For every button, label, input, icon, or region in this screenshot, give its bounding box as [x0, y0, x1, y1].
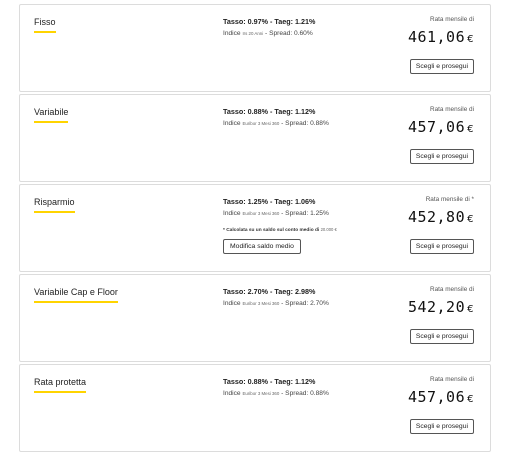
offer-card-risparmio: Risparmio Tasso: 1.25% - Taeg: 1.06% Ind…: [19, 184, 491, 272]
offer-card-rata-protetta: Rata protetta Tasso: 0.88% - Taeg: 1.12%…: [19, 364, 491, 452]
offer-index: Indice Irs 20 Anni - Spread: 0.60%: [223, 30, 313, 38]
currency-symbol: €: [467, 304, 474, 315]
amount-value: 457,06: [407, 118, 466, 136]
offer-card-variabile: Variabile Tasso: 0.88% - Taeg: 1.12% Ind…: [19, 94, 491, 182]
index-label: Indice: [223, 120, 241, 127]
offer-name: Variabile Cap e Floor: [34, 287, 118, 303]
monthly-payment-amount: 461,06 €: [408, 28, 474, 49]
currency-symbol: €: [467, 214, 474, 225]
monthly-payment-label: Rata mensile di: [429, 286, 474, 293]
amount-value: 461,06: [407, 28, 466, 46]
monthly-payment-label: Rata mensile di *: [425, 196, 474, 203]
monthly-payment-amount: 542,20 €: [408, 298, 474, 319]
offer-rates: Tasso: 0.88% - Taeg: 1.12%: [223, 107, 316, 116]
choose-and-continue-button[interactable]: Scegli e prosegui: [409, 149, 474, 164]
index-detail: Euribor 3 Mesi 360: [242, 121, 280, 126]
monthly-payment-label: Rata mensile di: [429, 16, 474, 23]
offer-rates: Tasso: 1.25% - Taeg: 1.06%: [223, 197, 316, 206]
offer-name: Fisso: [34, 17, 56, 33]
currency-symbol: €: [467, 34, 474, 45]
average-balance-note: * Calcolata su un saldo sul conto medio …: [223, 227, 337, 234]
index-detail: Euribor 3 Mesi 360: [242, 391, 280, 396]
monthly-payment-label: Rata mensile di: [429, 106, 474, 113]
index-label: Indice: [223, 210, 241, 217]
currency-symbol: €: [467, 394, 474, 405]
monthly-payment-amount: 457,06 €: [408, 118, 474, 139]
monthly-payment-amount: 457,06 €: [408, 388, 474, 409]
currency-symbol: €: [467, 124, 474, 135]
offer-index: Indice Euribor 3 Mesi 360 - Spread: 2.70…: [223, 300, 329, 308]
offer-card-variabile-cap-floor: Variabile Cap e Floor Tasso: 2.70% - Tae…: [19, 274, 491, 362]
index-label: Indice: [223, 300, 241, 307]
offer-rates: Tasso: 0.88% - Taeg: 1.12%: [223, 377, 316, 386]
index-detail: Irs 20 Anni: [242, 31, 264, 36]
index-label: Indice: [223, 390, 241, 397]
choose-and-continue-button[interactable]: Scegli e prosegui: [409, 239, 474, 254]
offer-rates: Tasso: 0.97% - Taeg: 1.21%: [223, 17, 316, 26]
choose-and-continue-button[interactable]: Scegli e prosegui: [409, 329, 474, 344]
note-text: * Calcolata su un saldo sul conto medio …: [223, 228, 320, 233]
offer-index: Indice Euribor 3 Mesi 360 - Spread: 0.88…: [223, 390, 329, 398]
index-detail: Euribor 3 Mesi 360: [242, 301, 280, 306]
offer-name: Risparmio: [34, 197, 75, 213]
spread-value: - Spread: 0.60%: [265, 30, 313, 37]
offer-index: Indice Euribor 3 Mesi 360 - Spread: 0.88…: [223, 120, 329, 128]
spread-value: - Spread: 2.70%: [281, 300, 329, 307]
amount-value: 542,20: [407, 298, 466, 316]
offer-name: Variabile: [34, 107, 69, 123]
index-label: Indice: [223, 30, 241, 37]
modify-average-balance-button[interactable]: Modifica saldo medio: [223, 239, 301, 254]
spread-value: - Spread: 0.88%: [281, 120, 329, 127]
amount-value: 452,80: [407, 208, 466, 226]
choose-and-continue-button[interactable]: Scegli e prosegui: [409, 59, 474, 74]
spread-value: - Spread: 1.25%: [281, 210, 329, 217]
note-amount: 20.000 €: [320, 227, 337, 232]
offer-card-fisso: Fisso Tasso: 0.97% - Taeg: 1.21% Indice …: [19, 4, 491, 92]
spread-value: - Spread: 0.88%: [281, 390, 329, 397]
choose-and-continue-button[interactable]: Scegli e prosegui: [409, 419, 474, 434]
index-detail: Euribor 3 Mesi 360: [242, 211, 280, 216]
offer-rates: Tasso: 2.70% - Taeg: 2.98%: [223, 287, 316, 296]
offer-name: Rata protetta: [34, 377, 87, 393]
monthly-payment-label: Rata mensile di: [429, 376, 474, 383]
offer-index: Indice Euribor 3 Mesi 360 - Spread: 1.25…: [223, 210, 329, 218]
amount-value: 457,06: [407, 388, 466, 406]
monthly-payment-amount: 452,80 €: [408, 208, 474, 229]
